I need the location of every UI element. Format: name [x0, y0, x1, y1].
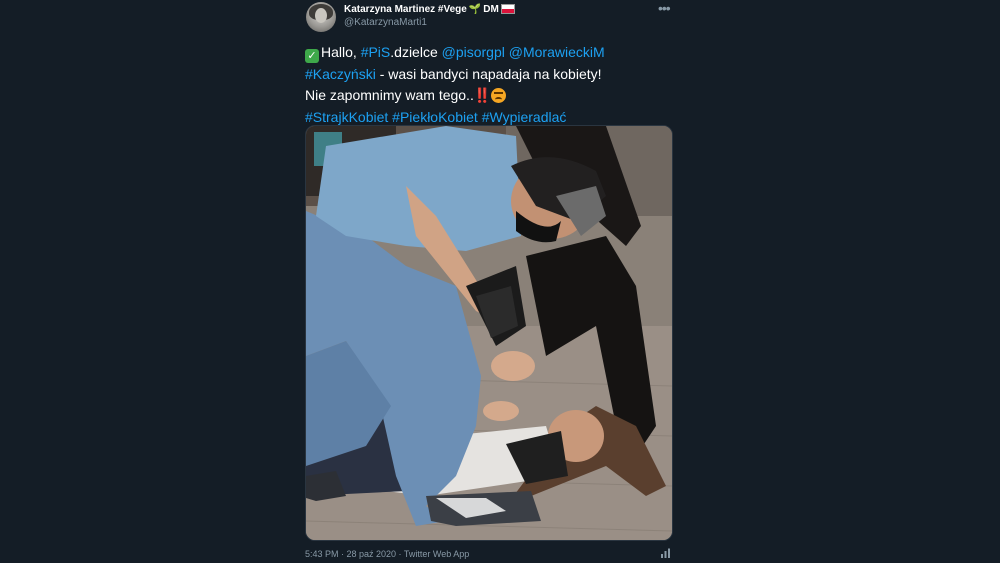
check-mark-icon: ✓ — [305, 49, 319, 63]
double-exclamation-icon: ‼️ — [473, 87, 492, 103]
hashtag-wypieradlac[interactable]: #Wypieradlać — [482, 109, 567, 125]
tweet-line-2: #Kaczyński - wasi bandyci napadaja na ko… — [305, 64, 677, 86]
sprout-icon: 🌱 — [468, 4, 482, 15]
text-bandyci: - wasi bandyci napadaja na kobiety! — [375, 65, 602, 82]
author-display-suffix: DM — [483, 4, 499, 15]
author-handle[interactable]: @KatarzynaMarti1 — [344, 17, 427, 28]
author-display-name[interactable]: Katarzyna Martinez #Vege — [344, 4, 467, 15]
mention-morawieckim[interactable]: @MorawieckiM — [509, 44, 605, 60]
hashtag-strajkkobiet[interactable]: #StrajkKobiet — [305, 109, 388, 125]
text-hallo: Hallo, — [321, 44, 361, 60]
tweet-photo[interactable] — [305, 125, 673, 541]
photo-illustration — [306, 126, 672, 540]
tweet-card: Katarzyna Martinez #Vege 🌱 DM @KatarzynaMa… — [300, 0, 680, 563]
analytics-icon-svg — [661, 548, 670, 558]
analytics-icon[interactable] — [660, 548, 671, 559]
tweet-line-3: Nie zapomnimy wam tego..‼️ — [305, 85, 677, 107]
hashtag-pieklokobiet[interactable]: #PiekłoKobiet — [392, 109, 478, 125]
more-icon[interactable]: ••• — [658, 0, 671, 16]
text-nie-zapomnimy: Nie zapomnimy wam tego.. — [305, 87, 474, 103]
avatar[interactable] — [306, 2, 336, 32]
author-name-row[interactable]: Katarzyna Martinez #Vege 🌱 DM — [344, 4, 515, 15]
hashtag-kaczynski[interactable]: #Kaczyński — [305, 66, 376, 82]
avatar-face — [315, 8, 327, 23]
hashtag-pis[interactable]: #PiS — [361, 44, 391, 60]
tweet-text: ✓ Hallo, #PiS.dzielce @pisorgpl @Morawiec… — [305, 42, 677, 128]
tweet-line-1: ✓ Hallo, #PiS.dzielce @pisorgpl @Morawiec… — [305, 42, 677, 64]
mention-pisorgpl[interactable]: @pisorgpl — [442, 44, 505, 60]
angry-face-icon — [491, 88, 507, 103]
tweet-timestamp[interactable]: 5:43 PM · 28 paź 2020 · Twitter Web App — [305, 549, 469, 559]
text-dzielce: .dzielce — [390, 44, 442, 60]
flag-icon — [500, 4, 515, 15]
